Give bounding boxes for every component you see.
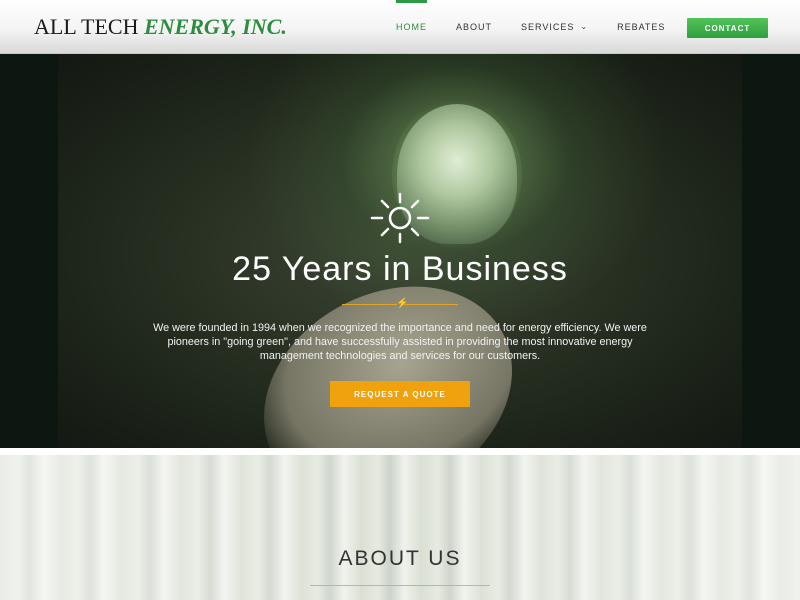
about-section: ABOUT US [0, 455, 800, 600]
nav-about[interactable]: ABOUT [456, 0, 492, 54]
nav-rebates[interactable]: REBATES [617, 0, 665, 54]
about-heading: ABOUT US [338, 547, 462, 570]
main-nav: HOME ABOUT SERVICES ⌄ REBATES [396, 0, 694, 54]
hero-title: 25 Years in Business [232, 250, 568, 288]
logo-text-primary: ALL TECH [34, 14, 144, 39]
hero-section: 25 Years in Business ⚡ We were founded i… [0, 54, 800, 448]
logo-text-accent: ENERGY, INC. [144, 14, 287, 39]
site-header: ALL TECH ENERGY, INC. HOME ABOUT SERVICE… [0, 0, 800, 54]
nav-home[interactable]: HOME [396, 0, 427, 54]
hero-side-panel-left [0, 54, 58, 448]
chevron-down-icon: ⌄ [580, 21, 589, 31]
divider-line-left [342, 304, 397, 305]
about-divider [310, 585, 490, 586]
site-logo[interactable]: ALL TECH ENERGY, INC. [34, 14, 287, 40]
hero-side-panel-right [742, 54, 800, 448]
request-quote-button[interactable]: REQUEST A QUOTE [330, 381, 470, 407]
nav-services[interactable]: SERVICES ⌄ [521, 0, 588, 54]
hero-description: We were founded in 1994 when we recogniz… [153, 322, 647, 362]
nav-services-label: SERVICES [521, 22, 575, 32]
divider-line-right [403, 304, 458, 305]
contact-button[interactable]: CONTACT [687, 18, 768, 38]
sun-icon [370, 192, 430, 244]
